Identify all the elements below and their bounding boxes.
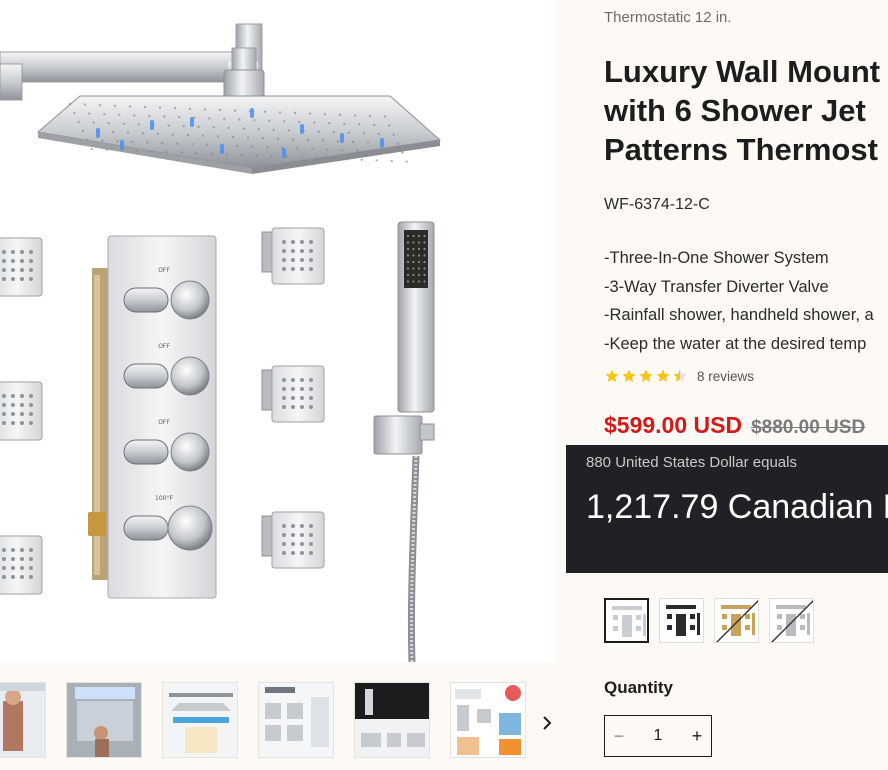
- shower-system-illustration: OFF OFF OFF 100°F: [0, 23, 442, 662]
- thumbnail-strip: [0, 662, 556, 770]
- star-rating: [604, 368, 688, 384]
- body-jets-left: [0, 237, 43, 595]
- quantity-stepper: − +: [604, 715, 712, 757]
- conversion-result-text: 1,217.79 Canadian Dollar: [586, 488, 888, 526]
- quantity-decrease-button[interactable]: −: [605, 716, 633, 756]
- thumbnail-3[interactable]: [162, 682, 238, 758]
- color-swatch-chrome[interactable]: [604, 598, 649, 643]
- compare-at-price: $880.00 USD: [751, 417, 866, 438]
- main-product-image[interactable]: OFF OFF OFF 100°F: [0, 0, 556, 662]
- color-swatch-gold[interactable]: [714, 598, 759, 643]
- swatch-thumbnail-icon: [666, 605, 700, 636]
- product-title: Luxury Wall Mount with 6 Shower Jet Patt…: [604, 52, 888, 169]
- valve-label: 100°F: [155, 495, 173, 502]
- star-icon: [639, 369, 653, 382]
- product-title-line: Patterns Thermost: [604, 132, 878, 167]
- color-swatches: [604, 598, 814, 643]
- feature-item: -Keep the water at the desired temp: [604, 334, 867, 353]
- swatch-thumbnail-icon: [612, 606, 646, 637]
- chevron-right-icon: [543, 716, 552, 730]
- valve-label: OFF: [158, 343, 170, 350]
- valve-label: OFF: [158, 419, 170, 426]
- product-gallery: OFF OFF OFF 100°F: [0, 0, 556, 770]
- quantity-increase-button[interactable]: +: [683, 716, 711, 756]
- thumbnail-next-button[interactable]: [536, 710, 556, 736]
- breadcrumb[interactable]: Thermostatic 12 in.: [604, 9, 732, 26]
- swatch-thumbnail-icon: [716, 600, 758, 642]
- quantity-label: Quantity: [604, 678, 673, 697]
- thumbnail-2[interactable]: [66, 682, 142, 758]
- thumbnail-6[interactable]: [450, 682, 526, 758]
- feature-item: -3-Way Transfer Diverter Valve: [604, 277, 829, 296]
- feature-item: -Rainfall shower, handheld shower, a: [604, 306, 874, 324]
- thumbnail-4[interactable]: [258, 682, 334, 758]
- feature-item: -Three-In-One Shower System: [604, 249, 829, 267]
- thumbnail-5[interactable]: [354, 682, 430, 758]
- conversion-source-text: 880 United States Dollar equals: [586, 454, 797, 471]
- product-title-line: Luxury Wall Mount: [604, 54, 881, 89]
- rating-summary[interactable]: 8 reviews: [604, 368, 754, 384]
- feature-list: -Three-In-One Shower System -3-Way Trans…: [604, 244, 874, 358]
- currency-conversion-tooltip: 880 United States Dollar equals 1,217.79…: [566, 445, 888, 573]
- swatch-thumbnail-icon: [771, 600, 813, 642]
- thumbnail-1[interactable]: [0, 682, 46, 758]
- star-icon: [656, 369, 670, 382]
- star-icon: [673, 369, 687, 382]
- star-icon: [622, 369, 636, 382]
- sale-price: $599.00 USD: [604, 412, 743, 438]
- product-sku: WF-6374-12-C: [604, 196, 710, 213]
- product-title-line: with 6 Shower Jet: [604, 93, 866, 128]
- color-swatch-nickel[interactable]: [769, 598, 814, 643]
- star-icon: [605, 369, 619, 382]
- reviews-count-link[interactable]: 8 reviews: [697, 369, 754, 384]
- product-info: Thermostatic 12 in. Luxury Wall Mount wi…: [556, 0, 888, 770]
- quantity-input[interactable]: [633, 716, 683, 756]
- price-row: $599.00 USD $880.00 USD: [604, 412, 865, 439]
- color-swatch-black[interactable]: [659, 598, 704, 643]
- valve-label: OFF: [158, 267, 170, 274]
